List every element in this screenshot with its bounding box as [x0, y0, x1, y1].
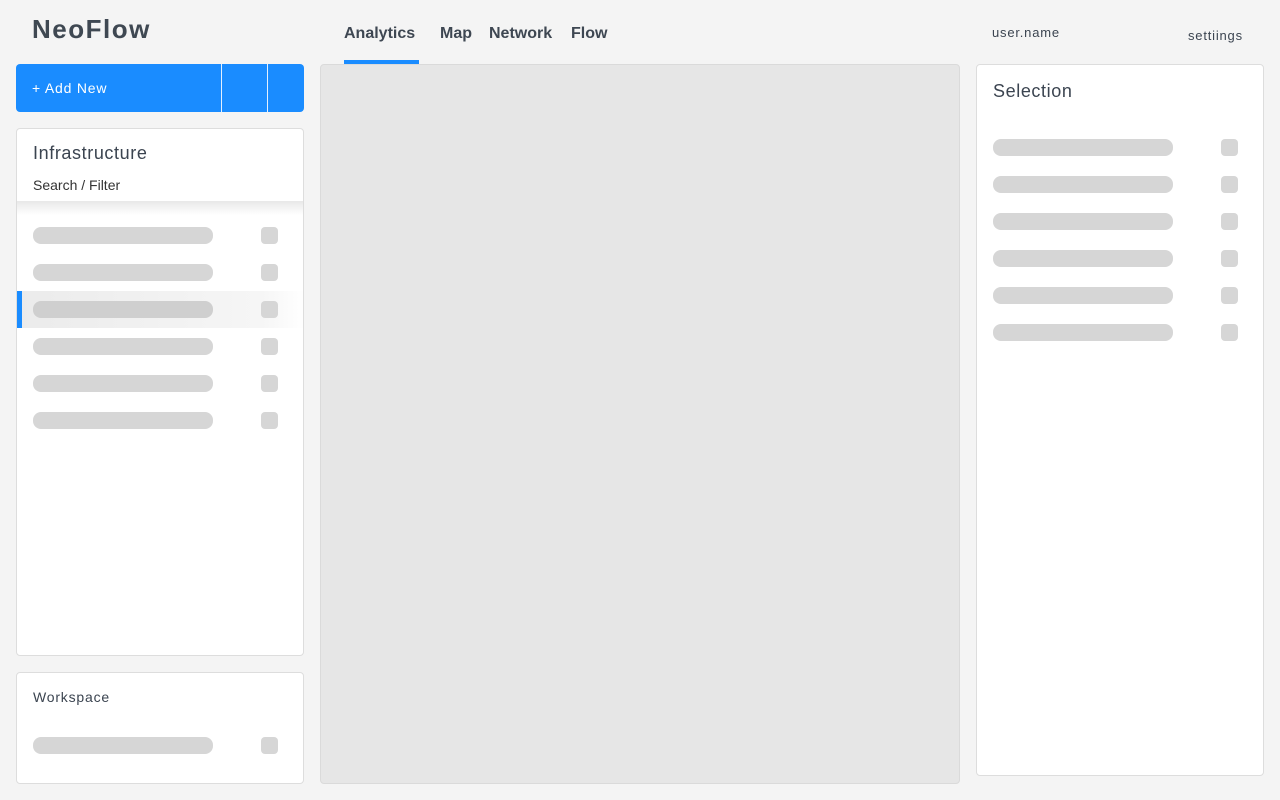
- selection-list-item[interactable]: [977, 129, 1265, 166]
- item-label-placeholder: [33, 227, 213, 244]
- item-label-placeholder: [993, 324, 1173, 341]
- selection-list-item[interactable]: [977, 203, 1265, 240]
- search-filter-input[interactable]: Search / Filter: [33, 177, 120, 193]
- selection-list-item[interactable]: [977, 166, 1265, 203]
- infrastructure-list-item[interactable]: [17, 254, 303, 291]
- item-badge-placeholder: [1221, 213, 1238, 230]
- add-new-button[interactable]: + Add New: [16, 64, 221, 112]
- item-label-placeholder: [33, 412, 213, 429]
- item-badge-placeholder: [261, 338, 278, 355]
- infrastructure-list-item[interactable]: [17, 402, 303, 439]
- app-logo: NeoFlow: [32, 14, 151, 44]
- item-label-placeholder: [33, 737, 213, 754]
- settings-link[interactable]: settiings: [1188, 28, 1243, 43]
- item-badge-placeholder: [261, 301, 278, 318]
- infrastructure-title: Infrastructure: [33, 143, 148, 163]
- item-badge-placeholder: [261, 375, 278, 392]
- item-badge-placeholder: [1221, 324, 1238, 341]
- add-option-button[interactable]: [220, 64, 267, 112]
- tab-flow[interactable]: Flow: [571, 0, 611, 64]
- selection-list-item[interactable]: [977, 240, 1265, 277]
- selection-list-item[interactable]: [977, 277, 1265, 314]
- workspace-title: Workspace: [33, 689, 110, 705]
- infrastructure-panel: Infrastructure Search / Filter: [16, 128, 304, 656]
- item-label-placeholder: [33, 264, 213, 281]
- item-badge-placeholder: [1221, 250, 1238, 267]
- workspace-panel: Workspace: [16, 672, 304, 784]
- tab-network[interactable]: Network: [489, 0, 553, 64]
- user-name[interactable]: user.name: [992, 25, 1060, 40]
- workspace-list-item[interactable]: [17, 727, 305, 764]
- item-badge-placeholder: [1221, 176, 1238, 193]
- panel-divider: [17, 201, 303, 215]
- item-badge-placeholder: [261, 412, 278, 429]
- item-label-placeholder: [993, 213, 1173, 230]
- item-label-placeholder: [33, 338, 213, 355]
- tab-analytics[interactable]: Analytics: [344, 0, 419, 64]
- add-dropdown-button[interactable]: [267, 64, 304, 112]
- tab-map[interactable]: Map: [440, 0, 473, 64]
- infrastructure-list-item[interactable]: [17, 217, 303, 254]
- analytics-canvas[interactable]: [320, 64, 960, 784]
- item-badge-placeholder: [261, 264, 278, 281]
- item-badge-placeholder: [1221, 139, 1238, 156]
- main-tabs: Analytics Map Network Flow: [344, 0, 611, 64]
- item-label-placeholder: [33, 301, 213, 318]
- app-window: NeoFlow Analytics Map Network Flow user.…: [0, 0, 1280, 800]
- item-label-placeholder: [993, 176, 1173, 193]
- item-label-placeholder: [993, 250, 1173, 267]
- item-label-placeholder: [993, 287, 1173, 304]
- selection-panel: Selection: [976, 64, 1264, 776]
- item-badge-placeholder: [1221, 287, 1238, 304]
- infrastructure-list-item[interactable]: [17, 365, 303, 402]
- item-badge-placeholder: [261, 737, 278, 754]
- item-label-placeholder: [993, 139, 1173, 156]
- item-badge-placeholder: [261, 227, 278, 244]
- infrastructure-list-item-selected[interactable]: [17, 291, 303, 328]
- selection-list-item[interactable]: [977, 314, 1265, 351]
- infrastructure-list-item[interactable]: [17, 328, 303, 365]
- item-label-placeholder: [33, 375, 213, 392]
- selection-title: Selection: [993, 81, 1073, 101]
- add-new-button-group: + Add New: [16, 64, 304, 112]
